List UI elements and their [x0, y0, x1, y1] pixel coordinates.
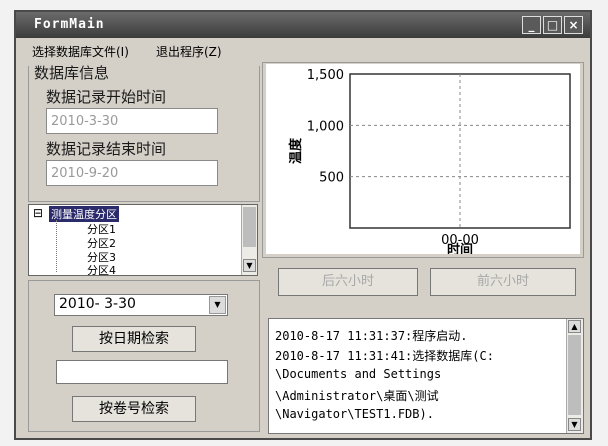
tree-item-zone4[interactable]: 分区4	[87, 262, 116, 275]
search-by-date-button[interactable]: 按日期检索	[72, 326, 196, 352]
y-tick-label: 1,500	[307, 68, 344, 83]
date-picker-value: 2010- 3-30	[59, 296, 136, 312]
start-time-label: 数据记录开始时间	[46, 88, 167, 106]
close-icon[interactable]: ×	[564, 16, 583, 34]
title-bar[interactable]: FormMain _ □ ×	[16, 12, 590, 38]
main-window: FormMain _ □ × 选择数据库文件(I) 退出程序(Z) 数据库信息 …	[14, 10, 592, 440]
log-line: \Navigator\TEST1.FDB).	[275, 407, 434, 421]
y-tick-label: 500	[319, 171, 344, 186]
log-scrollbar[interactable]: ▲ ▼	[566, 319, 583, 433]
tree-expander-icon[interactable]: ⊟	[33, 206, 43, 220]
window-title: FormMain	[34, 17, 105, 32]
plot-area	[349, 73, 571, 229]
start-time-field[interactable]: 2010-3-30	[46, 108, 218, 134]
tree-scroll-thumb[interactable]	[243, 207, 256, 247]
log-scroll-down-icon[interactable]: ▼	[568, 418, 581, 431]
log-line: 2010-8-17 11:31:41:选择数据库(C:	[275, 349, 494, 363]
prev-six-hours-button[interactable]: 后六小时	[278, 268, 418, 296]
next-six-hours-button[interactable]: 前六小时	[430, 268, 576, 296]
log-scroll-up-icon[interactable]: ▲	[568, 320, 581, 333]
tree-scroll-down-icon[interactable]: ▼	[243, 259, 256, 272]
log-line: 2010-8-17 11:31:37:程序启动.	[275, 329, 468, 343]
end-time-label: 数据记录结束时间	[46, 140, 167, 158]
x-axis-label: 时间	[447, 242, 473, 254]
log-textbox[interactable]: 2010-8-17 11:31:37:程序启动. 2010-8-17 11:31…	[268, 318, 584, 434]
y-axis-label: 温度	[288, 137, 304, 164]
temperature-chart: 5001,0001,50000-00时间温度	[266, 64, 580, 254]
menu-bar: 选择数据库文件(I) 退出程序(Z)	[16, 40, 590, 60]
zone-tree[interactable]: ⊟ 测量温度分区 分区1 分区2 分区3 分区4 ▼	[28, 204, 258, 276]
chevron-down-icon[interactable]: ▼	[209, 296, 226, 314]
tree-root[interactable]: 测量温度分区	[49, 206, 119, 222]
volume-number-input[interactable]	[56, 360, 228, 384]
search-by-volume-button[interactable]: 按卷号检索	[72, 396, 196, 422]
menu-select-database[interactable]: 选择数据库文件(I)	[32, 43, 129, 60]
menu-exit[interactable]: 退出程序(Z)	[156, 43, 222, 60]
minimize-icon[interactable]: _	[522, 16, 541, 34]
y-tick-label: 1,000	[307, 119, 344, 134]
date-picker[interactable]: 2010- 3-30 ▼	[54, 294, 228, 316]
end-time-field[interactable]: 2010-9-20	[46, 160, 218, 186]
tree-scrollbar[interactable]: ▼	[241, 205, 257, 275]
log-line: \Administrator\桌面\测试	[275, 389, 439, 403]
maximize-icon[interactable]: □	[543, 16, 562, 34]
log-scroll-thumb[interactable]	[568, 335, 581, 415]
log-line: \Documents and Settings	[275, 367, 442, 381]
